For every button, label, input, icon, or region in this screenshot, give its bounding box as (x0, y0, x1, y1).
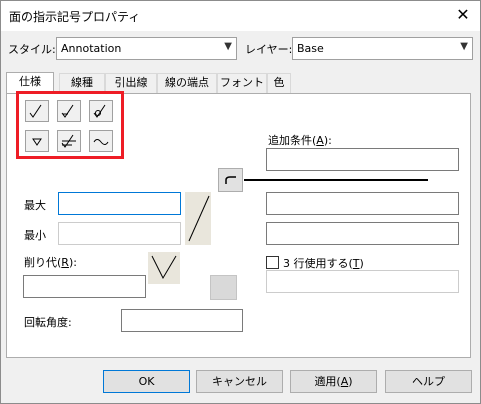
tab-leader[interactable]: 引出線 (105, 73, 157, 93)
apply-button[interactable]: 適用(A) (290, 370, 377, 393)
surface-preview (185, 192, 211, 245)
style-value: Annotation (61, 42, 122, 55)
rotation-input[interactable] (121, 309, 243, 332)
additional-condition-input-1[interactable] (266, 148, 459, 171)
dialog-title: 面の指示記号プロパティ (9, 10, 141, 24)
tab-color[interactable]: 色 (267, 73, 291, 93)
style-label: スタイル: (8, 43, 56, 56)
help-button[interactable]: ヘルプ (385, 370, 472, 393)
slash-symbol-icon (188, 195, 210, 242)
close-icon[interactable]: ✕ (448, 2, 478, 28)
rotation-label: 回転角度: (24, 316, 72, 329)
v-symbol-icon (151, 255, 177, 280)
style-dropdown[interactable]: Annotation ▼ (56, 37, 237, 60)
cancel-button[interactable]: キャンセル (196, 370, 283, 393)
additional-condition-label: 追加条件(A): (268, 134, 332, 147)
min-label: 最小 (24, 229, 46, 242)
min-input[interactable] (58, 222, 181, 245)
leader-line (244, 179, 428, 181)
layer-label: レイヤー: (245, 43, 293, 56)
tab-line-type[interactable]: 線種 (59, 73, 105, 93)
blank-toggle-button[interactable] (210, 275, 237, 300)
max-input[interactable] (58, 192, 181, 215)
tab-font[interactable]: フォント (217, 73, 267, 93)
layer-value: Base (297, 42, 324, 55)
additional-condition-input-3[interactable] (266, 222, 459, 245)
three-lines-checkbox[interactable] (266, 256, 279, 269)
allowance-input[interactable] (23, 275, 146, 298)
additional-condition-input-2[interactable] (266, 192, 459, 215)
leader-button[interactable] (218, 168, 243, 192)
ok-button[interactable]: OK (103, 370, 190, 393)
max-label: 最大 (24, 199, 46, 212)
chevron-down-icon: ▼ (224, 41, 232, 52)
layer-dropdown[interactable]: Base ▼ (292, 37, 473, 60)
tab-line-end[interactable]: 線の端点 (157, 73, 217, 93)
leader-icon (225, 176, 236, 184)
v-symbol-preview (148, 252, 180, 284)
additional-condition-input-4[interactable] (266, 270, 459, 293)
allowance-label: 削り代(R): (24, 256, 77, 269)
chevron-down-icon: ▼ (460, 41, 468, 52)
symbol-selection-highlight (16, 91, 124, 159)
three-lines-label: 3 行使用する(T) (283, 257, 364, 270)
